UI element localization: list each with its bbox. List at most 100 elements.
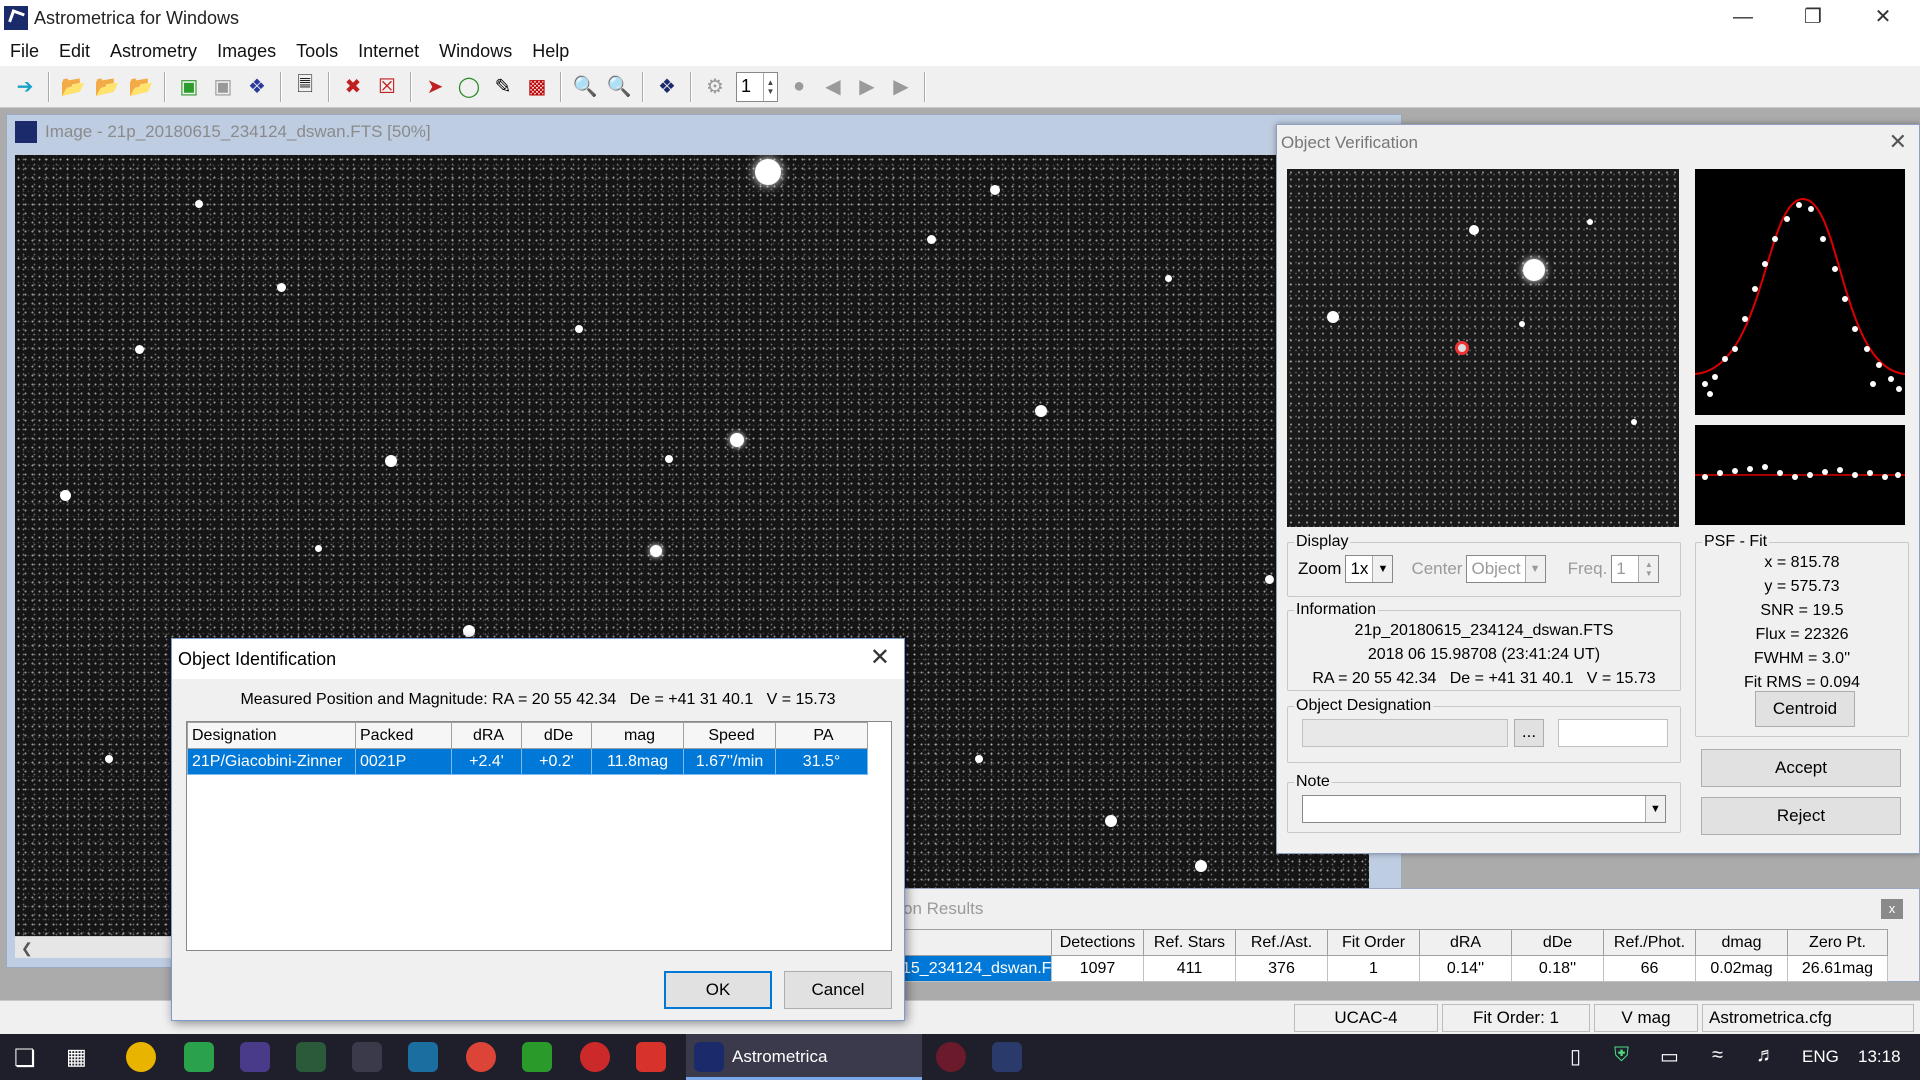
col-header[interactable]: dRA bbox=[1419, 929, 1512, 956]
scroll-left-icon[interactable]: ❮ bbox=[21, 940, 33, 956]
volume-icon[interactable]: ♬ bbox=[1756, 1044, 1776, 1067]
menu-astrometry[interactable]: Astrometry bbox=[100, 41, 207, 62]
step-forward-icon[interactable]: ▶ bbox=[852, 72, 882, 102]
cancel-button[interactable]: Cancel bbox=[784, 971, 892, 1009]
security-shield-icon[interactable]: ⛨ bbox=[1614, 1044, 1629, 1067]
chevron-down-icon[interactable]: ▼ bbox=[1645, 796, 1665, 822]
menu-help[interactable]: Help bbox=[522, 41, 579, 62]
document-icon[interactable]: 🗏 bbox=[290, 72, 320, 102]
windows-start-icon[interactable]: ❏ bbox=[14, 1044, 36, 1073]
spinner-arrows-icon[interactable]: ▲ ▼ bbox=[763, 72, 777, 101]
table-row[interactable]: 21P/Giacobini-Zinner 0021P +2.4' +0.2' 1… bbox=[187, 748, 868, 775]
circle-target-icon[interactable]: ◯ bbox=[454, 72, 484, 102]
language-indicator[interactable]: ENG bbox=[1802, 1047, 1839, 1067]
designation-secondary-input[interactable] bbox=[1558, 719, 1668, 747]
col-header[interactable]: Ref./Phot. bbox=[1603, 929, 1696, 956]
freq-spinner[interactable]: 1 ▲ ▼ bbox=[1611, 555, 1660, 583]
taskbar-active-app[interactable]: Astrometrica bbox=[686, 1034, 922, 1080]
pen-icon[interactable]: ✎ bbox=[488, 72, 518, 102]
open-folder-3-icon[interactable]: 📂 bbox=[126, 72, 156, 102]
verification-close-icon[interactable]: ✕ bbox=[1889, 129, 1907, 155]
col-header[interactable]: Fit Order bbox=[1327, 929, 1420, 956]
menu-internet[interactable]: Internet bbox=[348, 41, 429, 62]
col-header[interactable]: Speed bbox=[683, 722, 776, 749]
object-thumbnail-image[interactable] bbox=[1287, 169, 1679, 527]
col-header[interactable]: dmag bbox=[1695, 929, 1788, 956]
menu-windows[interactable]: Windows bbox=[429, 41, 522, 62]
centroid-button[interactable]: Centroid bbox=[1755, 691, 1855, 727]
zoom-select[interactable]: 1x ▼ bbox=[1345, 555, 1394, 583]
task-view-icon[interactable]: ▦ bbox=[66, 1044, 87, 1070]
horizontal-scrollbar[interactable]: ❮ bbox=[15, 936, 175, 958]
accept-button[interactable]: Accept bbox=[1701, 749, 1901, 787]
app-4-icon[interactable] bbox=[296, 1042, 326, 1072]
arrow-right-icon[interactable]: ➔ bbox=[10, 72, 40, 102]
zoom-in-icon[interactable]: 🔍 bbox=[570, 72, 600, 102]
calibrate-2-icon[interactable]: ▣ bbox=[208, 72, 238, 102]
col-header[interactable] bbox=[901, 929, 1052, 956]
cell-designation[interactable]: 21P/Giacobini-Zinner bbox=[187, 748, 356, 775]
cell-filename[interactable]: 15_234124_dswan.F bbox=[901, 955, 1052, 982]
app-8-icon[interactable] bbox=[522, 1042, 552, 1072]
col-header[interactable]: Ref. Stars bbox=[1143, 929, 1236, 956]
spinner-arrows-icon[interactable]: ▲ ▼ bbox=[1638, 556, 1659, 582]
col-header[interactable]: Zero Pt. bbox=[1787, 929, 1888, 956]
record-icon[interactable]: ● bbox=[784, 72, 814, 102]
app-2-icon[interactable] bbox=[184, 1042, 214, 1072]
delete-stars-icon[interactable]: ☒ bbox=[372, 72, 402, 102]
clock[interactable]: 13:18 bbox=[1858, 1047, 1901, 1067]
open-folder-icon[interactable]: 📂 bbox=[58, 72, 88, 102]
chevron-down-icon[interactable]: ▼ bbox=[1524, 556, 1545, 582]
minimize-button[interactable]: — bbox=[1708, 0, 1778, 36]
col-header[interactable]: mag bbox=[591, 722, 684, 749]
menu-file[interactable]: File bbox=[0, 41, 49, 62]
frame-spinner[interactable]: 1 ▲ ▼ bbox=[736, 71, 778, 102]
calibrate-icon[interactable]: ▣ bbox=[174, 72, 204, 102]
table-row[interactable]: 15_234124_dswan.F 1097 411 376 1 0.14'' … bbox=[901, 955, 1888, 982]
moving-object-icon[interactable]: ➤ bbox=[420, 72, 450, 102]
star-map-icon[interactable]: ▩ bbox=[522, 72, 552, 102]
menu-edit[interactable]: Edit bbox=[49, 41, 100, 62]
chrome-icon[interactable] bbox=[466, 1042, 496, 1072]
step-back-icon[interactable]: ◀ bbox=[818, 72, 848, 102]
designation-input[interactable] bbox=[1302, 719, 1508, 747]
blink-icon[interactable]: ❖ bbox=[652, 72, 682, 102]
ok-button[interactable]: OK bbox=[664, 971, 772, 1009]
close-button[interactable]: ✕ bbox=[1848, 0, 1918, 36]
results-close-icon[interactable]: x bbox=[1881, 899, 1903, 919]
app-10-icon[interactable] bbox=[636, 1042, 666, 1072]
col-header[interactable]: PA bbox=[775, 722, 868, 749]
dialog-close-icon[interactable]: ✕ bbox=[870, 643, 890, 672]
app-6-icon[interactable] bbox=[408, 1042, 438, 1072]
app-9-icon[interactable] bbox=[580, 1042, 610, 1072]
settings-gear-icon[interactable]: ⚙ bbox=[700, 72, 730, 102]
col-header[interactable]: dDe bbox=[1511, 929, 1604, 956]
play-icon[interactable]: ▶ bbox=[886, 72, 916, 102]
col-header[interactable]: Ref./Ast. bbox=[1235, 929, 1328, 956]
zoom-out-icon[interactable]: 🔍 bbox=[604, 72, 634, 102]
app-12-icon[interactable] bbox=[936, 1042, 966, 1072]
app-5-icon[interactable] bbox=[352, 1042, 382, 1072]
app-1-icon[interactable] bbox=[126, 1042, 156, 1072]
note-select[interactable]: ▼ bbox=[1302, 795, 1666, 823]
menu-images[interactable]: Images bbox=[207, 41, 286, 62]
col-header[interactable]: Packed bbox=[355, 722, 452, 749]
reference-stars-icon[interactable]: ✖ bbox=[338, 72, 368, 102]
open-folder-2-icon[interactable]: 📂 bbox=[92, 72, 122, 102]
identification-list[interactable]: Designation Packed dRA dDe mag Speed PA … bbox=[186, 721, 892, 951]
stack-icon[interactable]: ❖ bbox=[242, 72, 272, 102]
menu-tools[interactable]: Tools bbox=[286, 41, 348, 62]
center-select[interactable]: Object ▼ bbox=[1466, 555, 1546, 583]
app-3-icon[interactable] bbox=[240, 1042, 270, 1072]
col-header[interactable]: dRA bbox=[451, 722, 522, 749]
app-13-icon[interactable] bbox=[992, 1042, 1022, 1072]
wifi-icon[interactable]: ≈ bbox=[1712, 1044, 1723, 1067]
browse-button[interactable]: ... bbox=[1514, 719, 1544, 747]
battery-icon[interactable]: ▭ bbox=[1660, 1044, 1679, 1069]
col-header[interactable]: dDe bbox=[521, 722, 592, 749]
chevron-down-icon[interactable]: ▼ bbox=[1372, 556, 1393, 582]
col-header[interactable]: Detections bbox=[1051, 929, 1144, 956]
reject-button[interactable]: Reject bbox=[1701, 797, 1901, 835]
restore-button[interactable]: ❐ bbox=[1778, 0, 1848, 36]
phone-icon[interactable]: ▯ bbox=[1570, 1044, 1581, 1069]
